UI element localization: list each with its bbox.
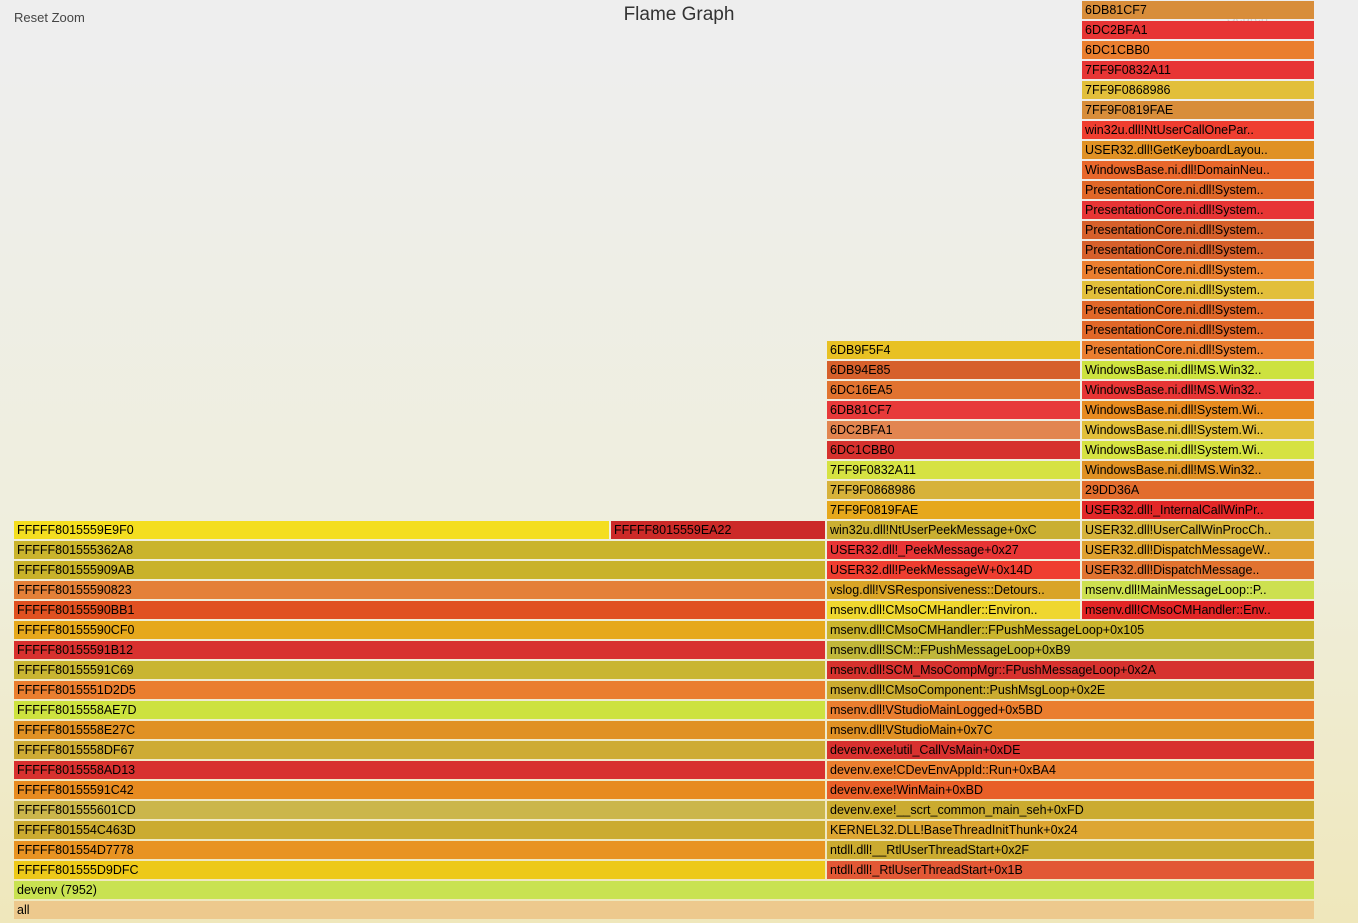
flame-frame[interactable]: PresentationCore.ni.dll!System.. bbox=[1082, 301, 1314, 319]
flame-frame[interactable]: FFFFF8015559E9F0 bbox=[14, 521, 609, 539]
flame-frame[interactable]: devenv (7952) bbox=[14, 881, 1314, 899]
flame-frame[interactable]: FFFFF801555601CD bbox=[14, 801, 825, 819]
flame-frame[interactable]: 7FF9F0832A11 bbox=[1082, 61, 1314, 79]
flame-frame[interactable]: USER32.dll!UserCallWinProcCh.. bbox=[1082, 521, 1314, 539]
flame-frame[interactable]: msenv.dll!VStudioMain+0x7C bbox=[827, 721, 1314, 739]
flame-frame[interactable]: FFFFF801555362A8 bbox=[14, 541, 825, 559]
flame-frame[interactable]: WindowsBase.ni.dll!MS.Win32.. bbox=[1082, 381, 1314, 399]
flame-frame[interactable]: USER32.dll!_InternalCallWinPr.. bbox=[1082, 501, 1314, 519]
flame-frame[interactable]: PresentationCore.ni.dll!System.. bbox=[1082, 221, 1314, 239]
flame-frame[interactable]: USER32.dll!_PeekMessage+0x27 bbox=[827, 541, 1080, 559]
flame-frame[interactable]: 6DC16EA5 bbox=[827, 381, 1080, 399]
flame-frame[interactable]: 7FF9F0868986 bbox=[827, 481, 1080, 499]
flame-frame[interactable]: msenv.dll!CMsoCMHandler::Env.. bbox=[1082, 601, 1314, 619]
flame-frame[interactable]: PresentationCore.ni.dll!System.. bbox=[1082, 321, 1314, 339]
flame-frame[interactable]: PresentationCore.ni.dll!System.. bbox=[1082, 281, 1314, 299]
flame-frame[interactable]: WindowsBase.ni.dll!MS.Win32.. bbox=[1082, 461, 1314, 479]
flame-frame[interactable]: ntdll.dll!_RtlUserThreadStart+0x1B bbox=[827, 861, 1314, 879]
flame-frame[interactable]: WindowsBase.ni.dll!MS.Win32.. bbox=[1082, 361, 1314, 379]
flame-frame[interactable]: 6DB94E85 bbox=[827, 361, 1080, 379]
flame-frame[interactable]: FFFFF80155590CF0 bbox=[14, 621, 825, 639]
flame-frame[interactable]: msenv.dll!SCM_MsoCompMgr::FPushMessageLo… bbox=[827, 661, 1314, 679]
flame-frame[interactable]: FFFFF8015558AE7D bbox=[14, 701, 825, 719]
flame-frame[interactable]: vslog.dll!VSResponsiveness::Detours.. bbox=[827, 581, 1080, 599]
flame-frame[interactable]: USER32.dll!DispatchMessage.. bbox=[1082, 561, 1314, 579]
flame-frame[interactable]: PresentationCore.ni.dll!System.. bbox=[1082, 181, 1314, 199]
flame-frame[interactable]: FFFFF801554C463D bbox=[14, 821, 825, 839]
flame-frame[interactable]: FFFFF8015558AD13 bbox=[14, 761, 825, 779]
flame-frame[interactable]: FFFFF8015559EA22 bbox=[611, 521, 825, 539]
flame-frame[interactable]: 7FF9F0832A11 bbox=[827, 461, 1080, 479]
flame-frame[interactable]: devenv.exe!util_CallVsMain+0xDE bbox=[827, 741, 1314, 759]
flame-frame[interactable]: FFFFF80155590823 bbox=[14, 581, 825, 599]
flame-frame[interactable]: msenv.dll!CMsoCMHandler::FPushMessageLoo… bbox=[827, 621, 1314, 639]
flame-frame[interactable]: FFFFF80155591C69 bbox=[14, 661, 825, 679]
flame-frame[interactable]: 6DC1CBB0 bbox=[827, 441, 1080, 459]
flame-frame[interactable]: devenv.exe!CDevEnvAppId::Run+0xBA4 bbox=[827, 761, 1314, 779]
flamegraph-container: Reset Zoom Flame Graph Search alldevenv … bbox=[0, 0, 1358, 923]
flame-frame[interactable]: FFFFF8015558DF67 bbox=[14, 741, 825, 759]
flame-frame[interactable]: FFFFF80155591C42 bbox=[14, 781, 825, 799]
flame-frame[interactable]: 6DC2BFA1 bbox=[827, 421, 1080, 439]
flame-frame[interactable]: WindowsBase.ni.dll!System.Wi.. bbox=[1082, 401, 1314, 419]
flame-frame[interactable]: 7FF9F0819FAE bbox=[1082, 101, 1314, 119]
flame-frame[interactable]: 6DB9F5F4 bbox=[827, 341, 1080, 359]
flame-frame[interactable]: 7FF9F0819FAE bbox=[827, 501, 1080, 519]
flame-frame[interactable]: msenv.dll!SCM::FPushMessageLoop+0xB9 bbox=[827, 641, 1314, 659]
flame-frame[interactable]: FFFFF801555909AB bbox=[14, 561, 825, 579]
flame-frame[interactable]: WindowsBase.ni.dll!DomainNeu.. bbox=[1082, 161, 1314, 179]
flame-frame[interactable]: PresentationCore.ni.dll!System.. bbox=[1082, 201, 1314, 219]
flame-frame[interactable]: win32u.dll!NtUserCallOnePar.. bbox=[1082, 121, 1314, 139]
flame-frame[interactable]: 6DB81CF7 bbox=[827, 401, 1080, 419]
flame-frame[interactable]: 6DC1CBB0 bbox=[1082, 41, 1314, 59]
flame-frame[interactable]: FFFFF801554D7778 bbox=[14, 841, 825, 859]
flame-frame[interactable]: 6DC2BFA1 bbox=[1082, 21, 1314, 39]
flamegraph-chart[interactable]: all devenv (7952) FFFFF801555D9DFCntdll.dl… bbox=[14, 0, 1314, 923]
flame-frame[interactable]: USER32.dll!PeekMessageW+0x14D bbox=[827, 561, 1080, 579]
flame-frame[interactable]: PresentationCore.ni.dll!System.. bbox=[1082, 241, 1314, 259]
flame-frame[interactable]: msenv.dll!MainMessageLoop::P.. bbox=[1082, 581, 1314, 599]
flame-frame[interactable]: FFFFF80155591B12 bbox=[14, 641, 825, 659]
flame-frame[interactable]: devenv.exe!WinMain+0xBD bbox=[827, 781, 1314, 799]
flame-frame[interactable]: 6DB81CF7 bbox=[1082, 1, 1314, 19]
flame-frame[interactable]: FFFFF80155590BB1 bbox=[14, 601, 825, 619]
flame-frame[interactable]: msenv.dll!CMsoComponent::PushMsgLoop+0x2… bbox=[827, 681, 1314, 699]
flame-frame[interactable]: PresentationCore.ni.dll!System.. bbox=[1082, 261, 1314, 279]
flame-frame[interactable]: KERNEL32.DLL!BaseThreadInitThunk+0x24 bbox=[827, 821, 1314, 839]
flame-frame[interactable]: PresentationCore.ni.dll!System.. bbox=[1082, 341, 1314, 359]
flame-frame[interactable]: 7FF9F0868986 bbox=[1082, 81, 1314, 99]
flame-frame[interactable]: msenv.dll!VStudioMainLogged+0x5BD bbox=[827, 701, 1314, 719]
flame-frame[interactable]: msenv.dll!CMsoCMHandler::Environ.. bbox=[827, 601, 1080, 619]
flame-frame[interactable]: FFFFF801555D9DFC bbox=[14, 861, 825, 879]
flame-frame[interactable]: 29DD36A bbox=[1082, 481, 1314, 499]
flame-frame[interactable]: all bbox=[14, 901, 1314, 919]
flame-frame[interactable]: ntdll.dll!__RtlUserThreadStart+0x2F bbox=[827, 841, 1314, 859]
flame-frame[interactable]: win32u.dll!NtUserPeekMessage+0xC bbox=[827, 521, 1080, 539]
flame-frame[interactable]: devenv.exe!__scrt_common_main_seh+0xFD bbox=[827, 801, 1314, 819]
flame-frame[interactable]: USER32.dll!DispatchMessageW.. bbox=[1082, 541, 1314, 559]
flame-frame[interactable]: FFFFF8015551D2D5 bbox=[14, 681, 825, 699]
flame-frame[interactable]: WindowsBase.ni.dll!System.Wi.. bbox=[1082, 421, 1314, 439]
flame-frame[interactable]: USER32.dll!GetKeyboardLayou.. bbox=[1082, 141, 1314, 159]
flame-frame[interactable]: FFFFF8015558E27C bbox=[14, 721, 825, 739]
flame-frame[interactable]: WindowsBase.ni.dll!System.Wi.. bbox=[1082, 441, 1314, 459]
